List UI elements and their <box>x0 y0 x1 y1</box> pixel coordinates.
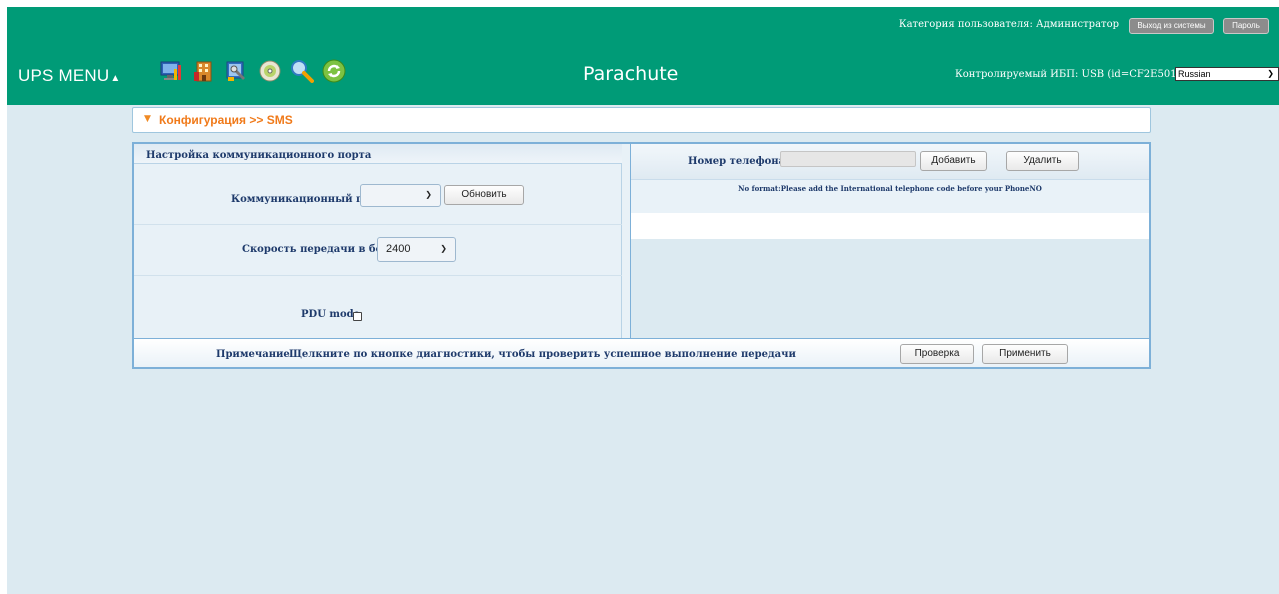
pdu-mode-label: PDU mode <box>301 309 360 320</box>
chevron-down-icon: ❯ <box>440 244 447 253</box>
ups-menu-label: UPS MENU <box>18 66 110 85</box>
test-button[interactable]: Проверка <box>900 344 974 364</box>
header-bar: Категория пользователя: Администратор Вы… <box>7 7 1279 105</box>
comm-port-select[interactable]: ❯ <box>360 184 441 207</box>
phone-list[interactable] <box>631 213 1149 239</box>
bullet-icon: ▼ <box>144 114 151 124</box>
chevron-down-icon: ❯ <box>425 190 432 199</box>
ups-menu-toggle[interactable]: UPS MENU▲ <box>18 66 120 86</box>
user-category-text: Категория пользователя: Администратор <box>898 19 1119 30</box>
refresh-ports-button[interactable]: Обновить <box>444 185 524 205</box>
logout-button[interactable]: Выход из системы <box>1129 18 1214 34</box>
footer-bar: Примечание Щелкните по кнопке диагностик… <box>134 338 1149 367</box>
phone-row: Номер телефона Добавить Удалить <box>631 144 1149 180</box>
comm-port-section: Настройка коммуникационного порта Коммун… <box>134 144 622 338</box>
breadcrumb: ▼ Конфигурация >> SMS <box>132 107 1151 133</box>
comm-port-row: Коммуникационный порт: ❯ Обновить <box>134 164 622 225</box>
sms-config-panel: Настройка коммуникационного порта Коммун… <box>132 142 1151 369</box>
magnifier-icon[interactable] <box>290 59 314 83</box>
language-value: Russian <box>1178 69 1211 79</box>
config-tools-icon[interactable] <box>224 59 248 83</box>
format-note-row: No format:Please add the International t… <box>631 180 1149 213</box>
section-title: Настройка коммуникационного порта <box>146 150 372 161</box>
note-text: Щелкните по кнопке диагностики, чтобы пр… <box>289 349 796 360</box>
monitor-chart-icon[interactable] <box>159 59 183 83</box>
baud-rate-value: 2400 <box>386 243 411 255</box>
building-icon[interactable] <box>192 59 216 83</box>
delete-phone-button[interactable]: Удалить <box>1006 151 1079 171</box>
phone-section: Номер телефона Добавить Удалить No forma… <box>631 144 1149 338</box>
brand-logo: Parachute <box>583 63 679 85</box>
apply-button[interactable]: Применить <box>982 344 1068 364</box>
caret-up-icon: ▲ <box>110 73 121 84</box>
add-phone-button[interactable]: Добавить <box>920 151 987 171</box>
phone-label: Номер телефона <box>688 156 786 167</box>
panel-divider <box>622 144 631 338</box>
format-note: No format:Please add the International t… <box>738 184 1042 193</box>
disc-icon[interactable] <box>258 59 282 83</box>
refresh-icon[interactable] <box>322 59 346 83</box>
baud-rate-select[interactable]: 2400 ❯ <box>377 237 456 262</box>
password-button[interactable]: Пароль <box>1223 18 1269 34</box>
section-header: Настройка коммуникационного порта <box>134 144 622 164</box>
phone-input[interactable] <box>780 151 916 167</box>
pdu-mode-checkbox[interactable] <box>353 312 362 321</box>
breadcrumb-text: Конфигурация >> SMS <box>159 113 293 127</box>
chevron-down-icon: ❯ <box>1267 69 1274 78</box>
baud-rate-row: Скорость передачи в бодах: 2400 ❯ <box>134 225 622 276</box>
language-select[interactable]: Russian ❯ <box>1175 67 1279 81</box>
note-label: Примечание <box>216 349 290 360</box>
page-background: Категория пользователя: Администратор Вы… <box>7 7 1279 594</box>
monitored-ups-text: Контролируемый ИБП: USB (id=CF2E501_PMV) <box>955 69 1210 80</box>
